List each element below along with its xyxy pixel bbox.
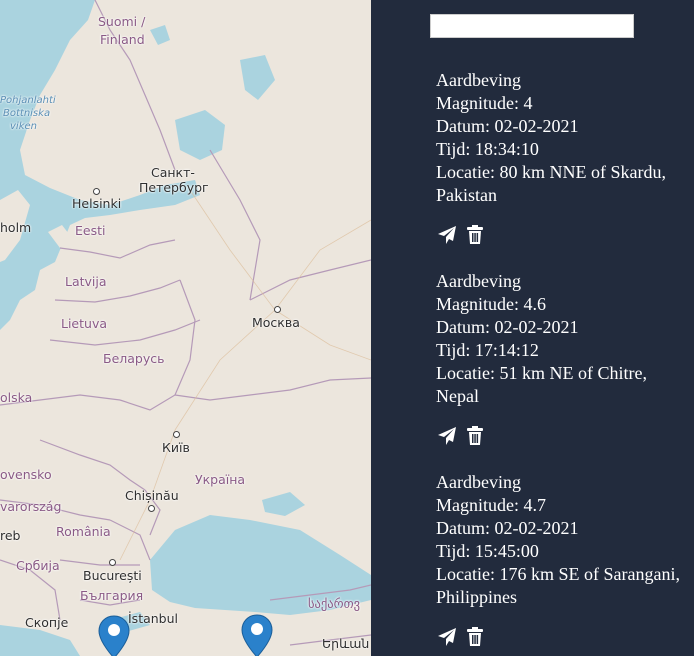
earthquake-card: Aardbeving Magnitude: 4 Datum: 02-02-202… bbox=[436, 69, 686, 246]
quake-type: Aardbeving bbox=[436, 271, 521, 291]
quake-magnitude: Magnitude: 4.7 bbox=[436, 495, 546, 515]
map-label-skopje: Скопје bbox=[25, 615, 69, 630]
map-label-peterburg: Петербург bbox=[139, 180, 209, 195]
map-label-bucuresti: București bbox=[83, 568, 142, 583]
map-label-belarus: Беларусь bbox=[103, 351, 165, 366]
map-label-eesti: Eesti bbox=[75, 223, 106, 238]
map-label-varorszag: varország bbox=[0, 499, 62, 514]
city-dot-moskva bbox=[274, 306, 281, 313]
map-label-kyiv: Київ bbox=[162, 440, 190, 455]
quake-actions bbox=[436, 626, 686, 648]
earthquake-card: Aardbeving Magnitude: 4.7 Datum: 02-02-2… bbox=[436, 471, 686, 648]
quake-actions bbox=[436, 425, 686, 447]
earthquake-sidebar: Aardbeving Magnitude: 4 Datum: 02-02-202… bbox=[371, 0, 694, 656]
search-input[interactable] bbox=[430, 14, 634, 38]
trash-icon[interactable] bbox=[464, 224, 486, 246]
quake-type: Aardbeving bbox=[436, 70, 521, 90]
trash-icon[interactable] bbox=[464, 425, 486, 447]
quake-time: Tijd: 18:34:10 bbox=[436, 139, 539, 159]
map-label-latvija: Latvija bbox=[65, 274, 107, 289]
paper-plane-icon[interactable] bbox=[436, 626, 458, 648]
quake-time: Tijd: 15:45:00 bbox=[436, 541, 539, 561]
map-label-finland: Finland bbox=[100, 32, 145, 47]
map-label-ukraina: Україна bbox=[195, 472, 246, 487]
quake-location: Locatie: 51 km NE of Chitre, Nepal bbox=[436, 363, 647, 406]
quake-date: Datum: 02-02-2021 bbox=[436, 518, 579, 538]
map-label-chisinau: Chișinău bbox=[125, 488, 179, 503]
quake-time: Tijd: 17:14:12 bbox=[436, 340, 539, 360]
quake-date: Datum: 02-02-2021 bbox=[436, 116, 579, 136]
map-label-srbija: Србија bbox=[16, 558, 60, 573]
map-label-yerevan: Երևան bbox=[322, 636, 370, 651]
map-label-sakartvelo: საქართვ bbox=[308, 596, 361, 611]
map-label-lietuva: Lietuva bbox=[61, 316, 108, 331]
map-label-suomi: Suomi / bbox=[98, 14, 146, 29]
map-label-bulgaria: България bbox=[80, 588, 144, 603]
map-marker-icon[interactable] bbox=[98, 615, 130, 656]
map-label-moskva: Москва bbox=[252, 315, 300, 330]
map-label-helsinki: Helsinki bbox=[72, 196, 122, 211]
map-marker-icon[interactable] bbox=[241, 614, 273, 656]
map-label-istanbul: İstanbul bbox=[128, 611, 179, 626]
map-label-sankt: Санкт- bbox=[151, 165, 195, 180]
map-label-romania: România bbox=[56, 524, 111, 539]
earthquake-card: Aardbeving Magnitude: 4.6 Datum: 02-02-2… bbox=[436, 270, 686, 447]
quake-actions bbox=[436, 224, 686, 246]
city-dot-chisinau bbox=[148, 505, 155, 512]
quake-magnitude: Magnitude: 4 bbox=[436, 93, 533, 113]
city-dot-bucuresti bbox=[109, 559, 116, 566]
paper-plane-icon[interactable] bbox=[436, 224, 458, 246]
map-label-reb: reb bbox=[0, 528, 21, 543]
map-label-pohjanlahti: Pohjanlahti bbox=[0, 95, 56, 106]
quake-type: Aardbeving bbox=[436, 472, 521, 492]
city-dot-kyiv bbox=[173, 431, 180, 438]
map-view[interactable]: Suomi / Finland Pohjanlahti Bottniska vi… bbox=[0, 0, 371, 656]
map-label-bottniska: Bottniska bbox=[3, 108, 51, 119]
map-label-holm: holm bbox=[0, 220, 32, 235]
map-label-ovensko: ovensko bbox=[0, 467, 52, 482]
map-label-olska: olska bbox=[0, 390, 33, 405]
quake-location: Locatie: 80 km NNE of Skardu, Pakistan bbox=[436, 162, 666, 205]
trash-icon[interactable] bbox=[464, 626, 486, 648]
quake-date: Datum: 02-02-2021 bbox=[436, 317, 579, 337]
map-label-viken: viken bbox=[10, 121, 37, 132]
quake-magnitude: Magnitude: 4.6 bbox=[436, 294, 546, 314]
city-dot-helsinki bbox=[93, 188, 100, 195]
quake-location: Locatie: 176 km SE of Sarangani, Philipp… bbox=[436, 564, 680, 607]
paper-plane-icon[interactable] bbox=[436, 425, 458, 447]
